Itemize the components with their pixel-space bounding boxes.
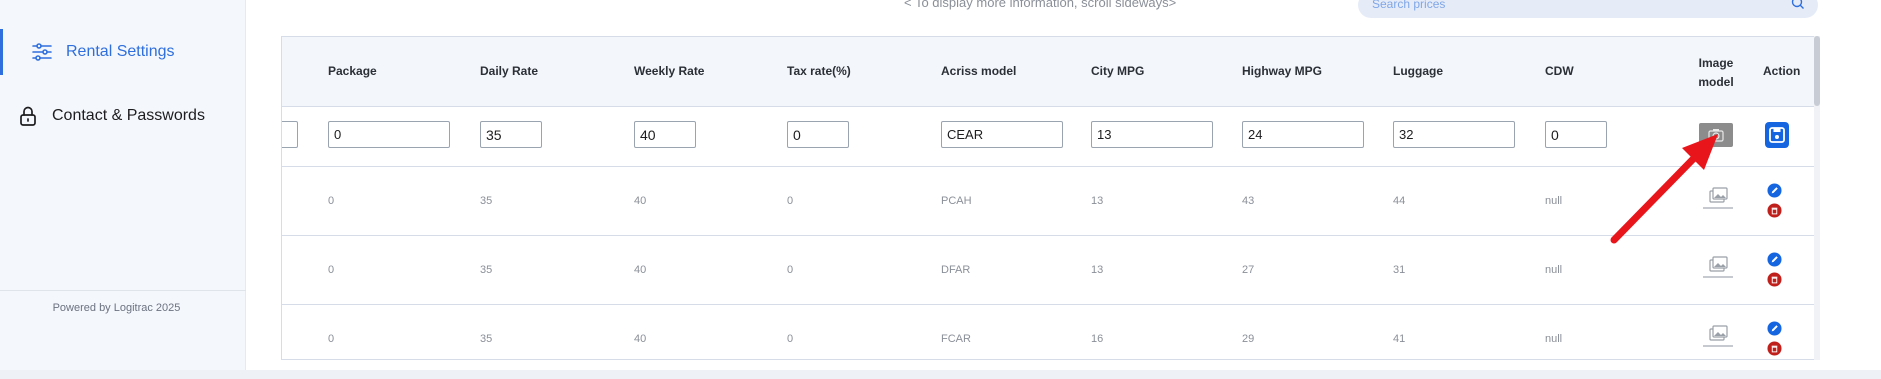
no-image-placeholder-icon (1703, 256, 1733, 278)
cell-cdw: null (1545, 264, 1563, 276)
table-scrollbar-thumb[interactable] (1814, 36, 1820, 106)
cell-acriss-model: PCAH (941, 195, 972, 207)
col-acriss-model: Acriss model (941, 64, 1017, 78)
col-tax-rate: Tax rate(%) (787, 64, 851, 78)
cell-city-mpg: 13 (1091, 195, 1104, 207)
col-package: Package (328, 64, 377, 78)
cell-luggage: 44 (1393, 195, 1406, 207)
highway-mpg-field[interactable] (1242, 121, 1364, 148)
col-image-model: Image model (1698, 56, 1734, 89)
cell-package: 0 (328, 333, 335, 345)
cell-tax-rate: 0 (787, 264, 794, 276)
sidebar: Rental Settings Contact & Passwords Powe… (0, 0, 246, 370)
col-highway-mpg: Highway MPG (1242, 64, 1323, 78)
cell-tax-rate: 0 (787, 195, 794, 207)
daily-rate-field[interactable] (480, 121, 542, 148)
annotation-arrow (1610, 134, 1718, 244)
save-button[interactable] (1765, 122, 1789, 148)
acriss-model-field[interactable] (941, 121, 1063, 148)
col-city-mpg: City MPG (1091, 64, 1145, 78)
col-cdw: CDW (1545, 64, 1574, 78)
col-weekly-rate: Weekly Rate (634, 64, 705, 78)
cell-city-mpg: 13 (1091, 264, 1104, 276)
delete-icon[interactable] (1767, 203, 1782, 218)
save-icon (1769, 127, 1785, 143)
cell-acriss-model: DFAR (941, 264, 971, 276)
cell-package: 0 (328, 195, 335, 207)
no-image-placeholder-icon (1703, 325, 1733, 347)
scroll-hint: < To display more information, scroll si… (904, 0, 1177, 10)
search-placeholder: Search prices (1372, 0, 1446, 11)
cell-highway-mpg: 27 (1242, 264, 1255, 276)
cell-city-mpg: 16 (1091, 333, 1104, 345)
cell-cdw: null (1545, 195, 1563, 207)
edit-icon[interactable] (1767, 252, 1782, 267)
col-daily-rate: Daily Rate (480, 64, 539, 78)
cell-cdw: null (1545, 333, 1563, 345)
cell-highway-mpg: 29 (1242, 333, 1255, 345)
cell-tax-rate: 0 (787, 333, 794, 345)
delete-icon[interactable] (1767, 341, 1782, 356)
cell-weekly-rate: 40 (634, 333, 647, 345)
cell-luggage: 41 (1393, 333, 1406, 345)
weekly-rate-field[interactable] (634, 121, 696, 148)
cell-highway-mpg: 43 (1242, 195, 1255, 207)
cell-weekly-rate: 40 (634, 195, 647, 207)
cdw-field[interactable] (1545, 121, 1607, 148)
sidebar-divider (0, 290, 246, 291)
package-field[interactable] (328, 121, 450, 148)
luggage-field[interactable] (1393, 121, 1515, 148)
prices-table: Package Daily Rate Weekly Rate Tax rate(… (281, 36, 1816, 360)
cell-daily-rate: 35 (480, 264, 493, 276)
sidebar-item-contact-passwords[interactable]: Contact & Passwords (0, 96, 246, 136)
partial-field[interactable] (282, 121, 298, 148)
sliders-icon (32, 43, 52, 61)
sidebar-item-label: Rental Settings (66, 43, 175, 60)
edit-icon[interactable] (1767, 183, 1782, 198)
cell-daily-rate: 35 (480, 333, 493, 345)
table-header: Package Daily Rate Weekly Rate Tax rate(… (282, 37, 1816, 107)
cell-daily-rate: 35 (480, 195, 493, 207)
powered-by-footer: Powered by Logitrac 2025 (52, 302, 181, 314)
sidebar-item-rental-settings[interactable]: Rental Settings (0, 29, 246, 75)
cell-package: 0 (328, 264, 335, 276)
col-luggage: Luggage (1393, 64, 1443, 78)
sidebar-item-label: Contact & Passwords (52, 107, 205, 124)
table-row: 0 35 40 0 FCAR 16 29 41 null (282, 305, 1816, 359)
table-row: 0 35 40 0 PCAH 13 43 44 null (282, 167, 1816, 236)
delete-icon[interactable] (1767, 272, 1782, 287)
city-mpg-field[interactable] (1091, 121, 1213, 148)
bottom-strip (0, 370, 1881, 379)
edit-icon[interactable] (1767, 321, 1782, 336)
edit-row (282, 107, 1816, 167)
lock-icon (20, 106, 36, 126)
col-action: Action (1763, 64, 1801, 78)
search-input[interactable]: Search prices (1358, 0, 1818, 18)
search-icon[interactable] (1790, 0, 1806, 11)
cell-weekly-rate: 40 (634, 264, 647, 276)
cell-luggage: 31 (1393, 264, 1406, 276)
cell-acriss-model: FCAR (941, 333, 971, 345)
tax-rate-field[interactable] (787, 121, 849, 148)
table-row: 0 35 40 0 DFAR 13 27 31 null (282, 236, 1816, 305)
